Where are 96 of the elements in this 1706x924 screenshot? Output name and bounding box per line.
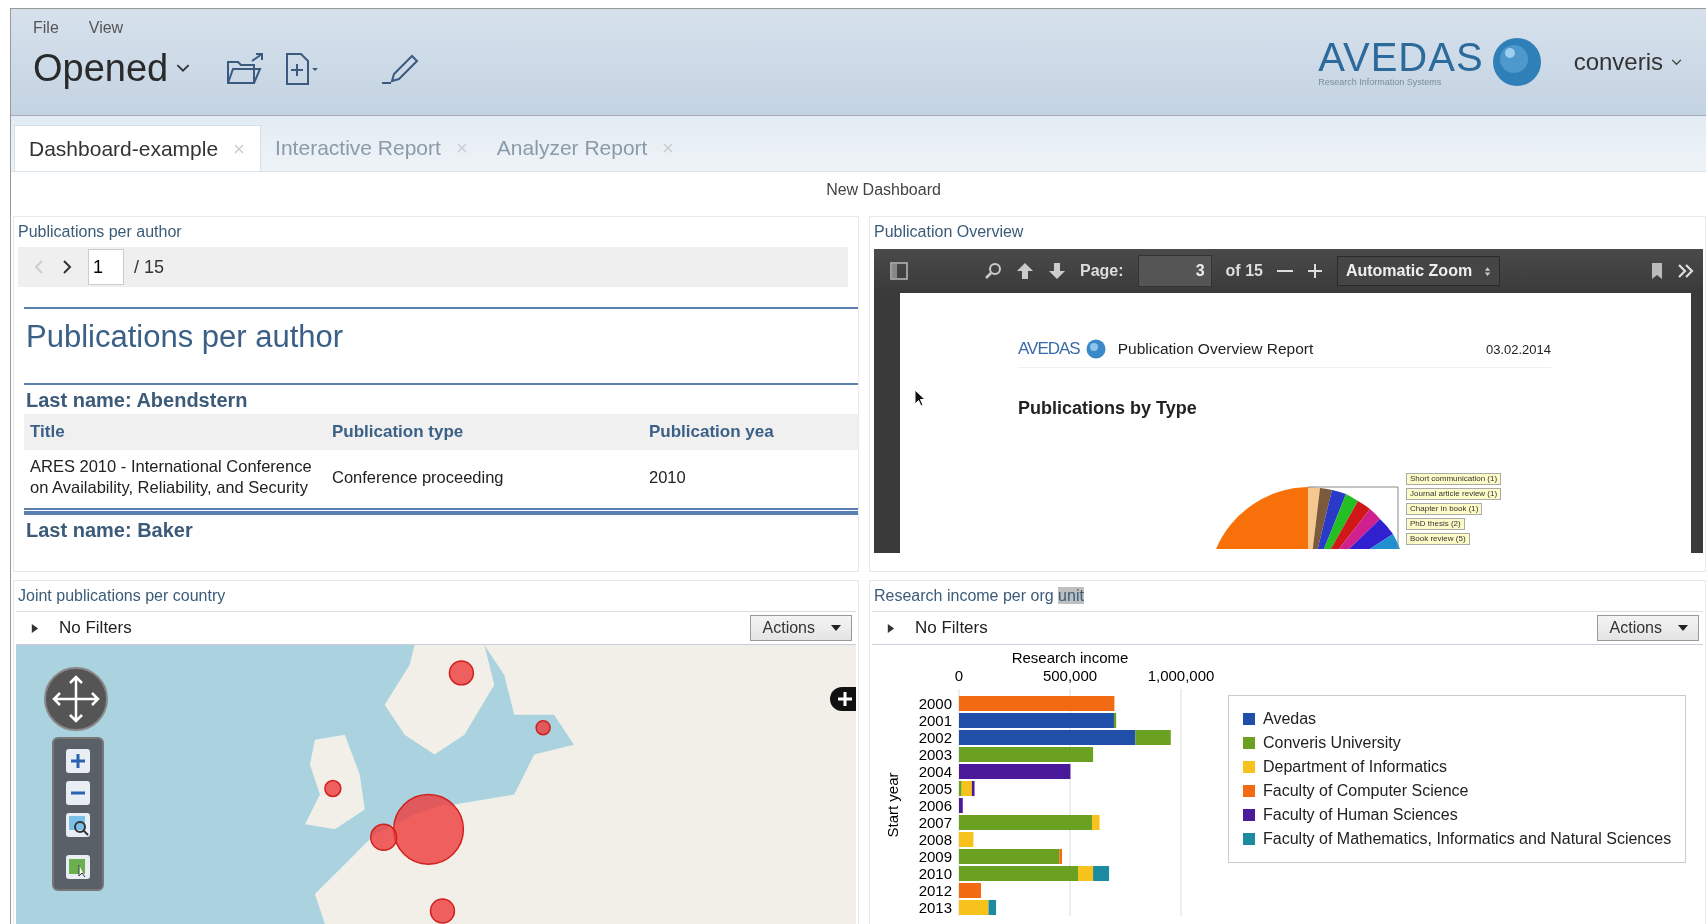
table-cell: ARES 2010 - International Conference on Availability, Reliability, and Security	[30, 457, 312, 496]
page-input[interactable]: 1	[88, 249, 124, 285]
pie-label: PhD thesis (2)	[1406, 518, 1465, 530]
category-label: 2005	[918, 780, 952, 797]
logo-text: AVEDAS	[1318, 37, 1484, 77]
legend-label: Faculty of Human Sciences	[1263, 806, 1458, 824]
view-selector[interactable]: Opened	[33, 47, 191, 90]
bubble-marker	[429, 898, 456, 924]
actions-button[interactable]: Actions	[749, 615, 852, 641]
category-label: 2009	[918, 848, 952, 865]
page-total: / 15	[134, 256, 165, 278]
tick-label: 1,000,000	[1147, 667, 1215, 684]
arrow-down-icon[interactable]	[1048, 262, 1066, 280]
bar	[959, 832, 974, 847]
category-label: 2012	[918, 882, 952, 899]
menu-item[interactable]: View	[88, 19, 124, 37]
zoom-in-icon[interactable]	[66, 749, 90, 773]
dashboard-title: New Dashboard	[826, 181, 941, 199]
zoom-select[interactable]: Automatic Zoom	[1336, 256, 1501, 286]
document-date: 03.02.2014	[1485, 341, 1551, 357]
bar	[1093, 866, 1110, 881]
table-cell: 2010	[649, 467, 686, 486]
legend-label: Converis University	[1263, 734, 1401, 752]
expand-triangle-icon[interactable]	[30, 623, 39, 633]
bar	[959, 798, 963, 813]
document-heading: Publications by Type	[1018, 398, 1198, 419]
column-header: Publication type	[326, 414, 643, 450]
bubble-marker	[324, 779, 342, 798]
caret-down-icon	[1678, 625, 1688, 631]
pie-label: Short communication (1)	[1406, 473, 1502, 485]
bar	[959, 883, 981, 898]
cursor-icon	[914, 389, 926, 407]
document-logo: AVEDAS	[1018, 339, 1080, 359]
sidebar-toggle-icon[interactable]	[890, 262, 908, 280]
menu-item[interactable]: File	[33, 19, 59, 37]
tick-label: 0	[954, 667, 964, 684]
panel-title: Joint publications per country	[17, 586, 227, 606]
panel-title: Publication Overview	[873, 222, 1025, 242]
expand-triangle-icon[interactable]	[886, 623, 895, 633]
category-label: 2001	[918, 712, 952, 729]
filter-label: No Filters	[915, 618, 989, 638]
bubble-marker	[448, 660, 475, 686]
category-label: 2008	[918, 831, 952, 848]
pan-control-icon[interactable]	[44, 667, 108, 731]
arrow-up-icon[interactable]	[1016, 262, 1034, 280]
column-header: Title	[24, 414, 326, 450]
chevron-down-icon	[1671, 58, 1682, 66]
category-label: 2007	[918, 814, 952, 831]
chevron-left-icon	[34, 259, 44, 275]
user-menu[interactable]: converis	[1573, 48, 1682, 76]
filter-label: No Filters	[59, 618, 133, 638]
up-down-arrows-icon	[1484, 265, 1492, 277]
search-icon[interactable]	[984, 262, 1002, 280]
actions-button[interactable]: Actions	[1596, 615, 1699, 641]
pie-label: Chapter in book (1)	[1406, 503, 1483, 515]
legend-label: Faculty of Mathematics, Informatics and Natural Sciences	[1263, 830, 1672, 848]
category-label: 2010	[918, 865, 952, 882]
report-title: Publications per author	[26, 319, 344, 354]
axis-title: Research income	[1011, 649, 1129, 666]
page-number-input[interactable]: 3	[1137, 255, 1212, 287]
logo-tagline: Research Information Systems	[1318, 77, 1442, 87]
zoom-out-icon[interactable]	[1276, 269, 1293, 273]
category-label: 2006	[918, 797, 952, 814]
category-label: 2000	[918, 695, 952, 712]
category-label: 2013	[918, 899, 952, 916]
page-label: Page:	[1080, 262, 1124, 280]
chevron-right-icon	[62, 259, 72, 275]
legend-label: Department of Informatics	[1263, 758, 1448, 776]
globe-icon	[1085, 339, 1106, 359]
pie-label: Journal article review (1)	[1406, 488, 1502, 500]
category-label: 2003	[918, 746, 952, 763]
table-cell: Conference proceeding	[332, 467, 504, 486]
document-title: Publication Overview Report	[1117, 340, 1315, 358]
pie-label: Book review (5)	[1406, 533, 1470, 545]
layer-select-icon[interactable]	[66, 855, 90, 879]
legend-label: Faculty of Computer Science	[1263, 782, 1469, 800]
category-label: 2004	[918, 763, 952, 780]
bubble-marker	[535, 720, 551, 736]
axis-title: Start year	[884, 772, 901, 838]
tab[interactable]: Dashboard-example	[14, 125, 262, 171]
panel-title: Research income per org unit	[873, 586, 1085, 606]
legend-label: Avedas	[1263, 710, 1317, 728]
chevron-down-icon	[176, 64, 191, 73]
caret-down-icon	[831, 625, 841, 631]
page-count: of 15	[1225, 262, 1263, 280]
group-heading: Last name: Baker	[24, 513, 858, 544]
zoom-box-icon[interactable]	[66, 813, 90, 837]
zoom-out-icon[interactable]	[66, 781, 90, 805]
tick-label: 500,000	[1042, 667, 1098, 684]
double-chevron-icon[interactable]	[1677, 264, 1695, 278]
category-label: 2002	[918, 729, 952, 746]
bookmark-icon[interactable]	[1651, 262, 1663, 280]
column-header: Publication yea	[643, 414, 858, 450]
globe-icon	[1491, 37, 1542, 87]
zoom-in-icon[interactable]	[1306, 263, 1323, 279]
panel-title: Publications per author	[17, 222, 183, 242]
